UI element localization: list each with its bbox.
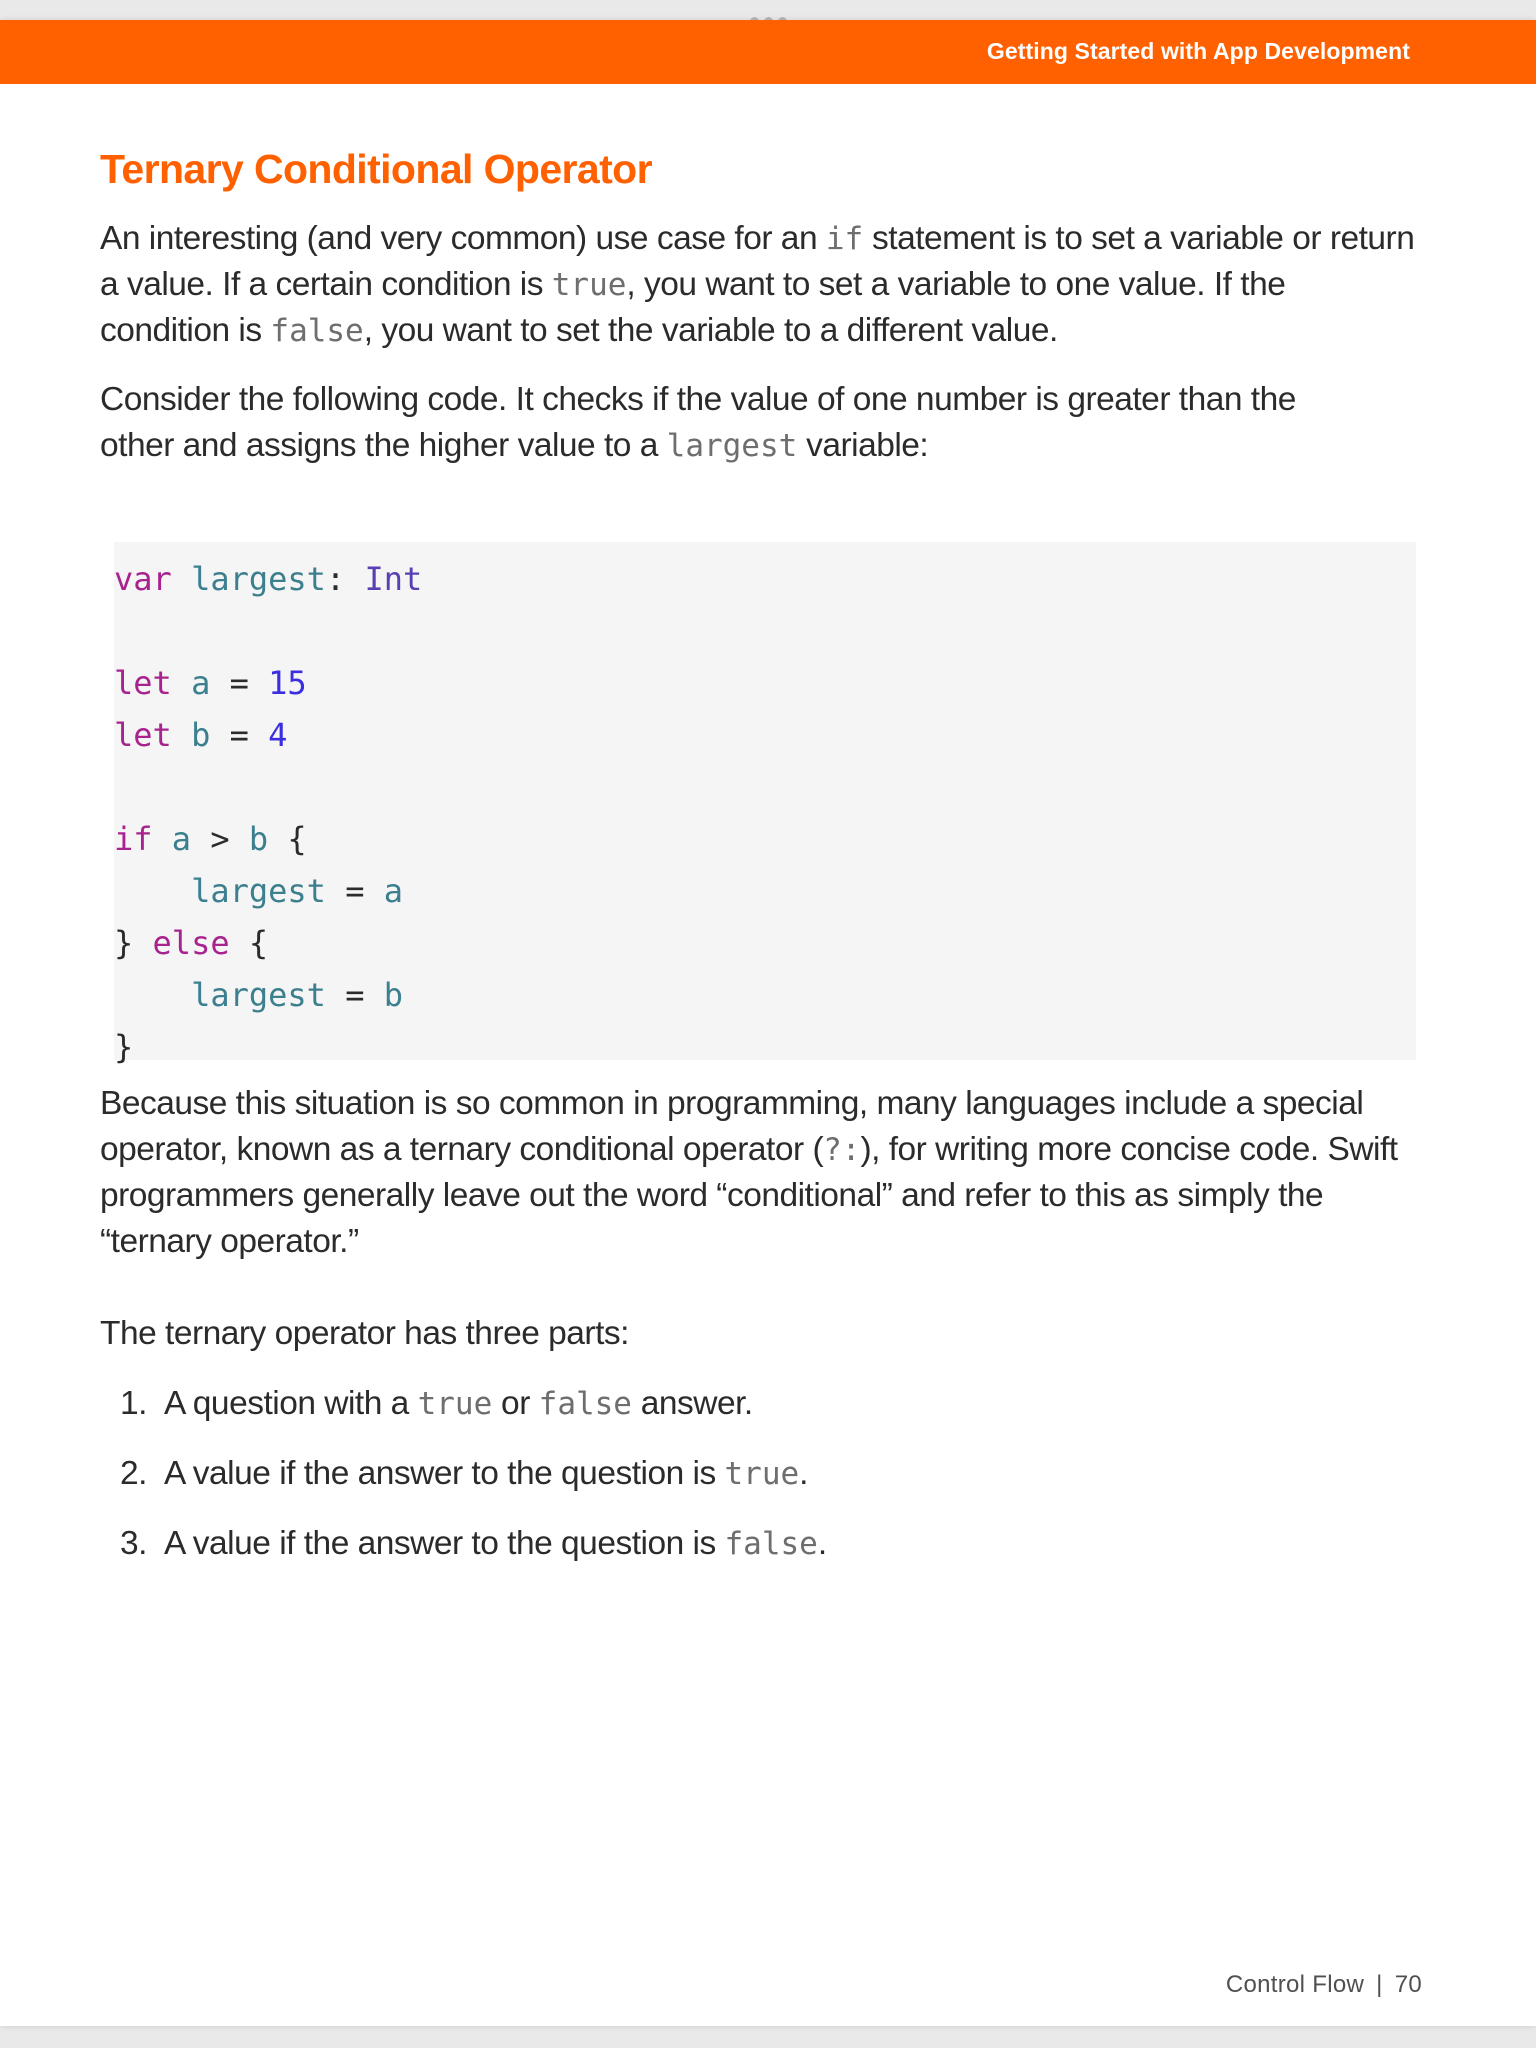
text-run: or bbox=[492, 1385, 539, 1422]
list-number: 1. bbox=[120, 1385, 147, 1422]
banner-title: Getting Started with App Development bbox=[986, 38, 1410, 64]
footer-separator: | bbox=[1376, 1971, 1383, 1998]
inline-code: false bbox=[724, 1526, 818, 1562]
section-title: Ternary Conditional Operator bbox=[100, 146, 653, 192]
list-number: 3. bbox=[120, 1525, 147, 1562]
list-number: 2. bbox=[120, 1455, 147, 1492]
code-punctuation: { bbox=[287, 820, 307, 858]
page-number: 70 bbox=[1394, 1971, 1422, 1998]
code-keyword: var bbox=[114, 560, 172, 598]
text-run: answer. bbox=[631, 1385, 753, 1422]
code-keyword: else bbox=[152, 924, 230, 962]
code-keyword: if bbox=[114, 820, 153, 858]
text-run: A value if the answer to the question is bbox=[164, 1455, 725, 1492]
code-operator: = bbox=[229, 664, 249, 702]
list-item: 1. A question with a true or false answer… bbox=[120, 1381, 753, 1427]
code-line: } else { bbox=[114, 917, 268, 969]
text-run: , you want to set the variable to a diff… bbox=[363, 312, 1059, 349]
code-identifier: largest bbox=[191, 976, 326, 1014]
inline-code: ?: bbox=[823, 1132, 861, 1168]
paragraph-ternary-explanation: Because this situation is so common in p… bbox=[100, 1081, 1420, 1265]
code-punctuation: : bbox=[325, 560, 346, 598]
code-punctuation: } bbox=[114, 1028, 134, 1066]
text-run: . bbox=[799, 1455, 808, 1492]
chapter-banner: Getting Started with App Development bbox=[0, 20, 1536, 84]
inline-code: true bbox=[551, 267, 627, 303]
code-identifier: a bbox=[191, 664, 211, 702]
code-operator: = bbox=[345, 872, 365, 910]
inline-code: false bbox=[538, 1386, 632, 1422]
book-page: Getting Started with App Development Ter… bbox=[0, 20, 1536, 2026]
code-number: 4 bbox=[268, 716, 288, 754]
paragraph-consider: Consider the following code. It checks i… bbox=[100, 377, 1360, 469]
code-punctuation: { bbox=[248, 924, 269, 962]
inline-code: false bbox=[270, 313, 364, 349]
code-line: if a > b { bbox=[114, 813, 307, 865]
text-run: . bbox=[817, 1525, 827, 1562]
inline-code: if bbox=[825, 221, 864, 257]
text-run: A question with a bbox=[164, 1385, 418, 1422]
code-line: var largest: Int bbox=[114, 553, 422, 605]
code-identifier: a bbox=[383, 872, 403, 910]
code-number: 15 bbox=[268, 664, 307, 702]
code-operator: > bbox=[210, 820, 230, 858]
code-line: largest = a bbox=[114, 865, 403, 917]
code-block: var largest: Int let a = 15 let b = 4 if… bbox=[114, 542, 1416, 1066]
paragraph-three-parts: The ternary operator has three parts: bbox=[100, 1315, 629, 1352]
code-identifier: a bbox=[171, 820, 192, 858]
code-identifier: b bbox=[248, 820, 269, 858]
code-line: largest = b bbox=[114, 969, 403, 1021]
list-item: 3. A value if the answer to the question … bbox=[120, 1521, 827, 1567]
code-line: let a = 15 bbox=[114, 657, 307, 709]
code-identifier: b bbox=[191, 716, 211, 754]
code-line: let b = 4 bbox=[114, 709, 287, 761]
code-operator: = bbox=[229, 716, 249, 754]
code-line: } bbox=[114, 1021, 133, 1073]
code-identifier: largest bbox=[191, 872, 326, 910]
footer-chapter: Control Flow bbox=[1225, 1971, 1365, 1998]
code-identifier: b bbox=[383, 976, 403, 1014]
paragraph-intro: An interesting (and very common) use cas… bbox=[100, 216, 1420, 354]
code-operator: = bbox=[345, 976, 365, 1014]
code-punctuation: } bbox=[114, 924, 134, 962]
text-run: A value if the answer to the question is bbox=[164, 1525, 725, 1562]
inline-code: true bbox=[724, 1456, 800, 1492]
inline-code: true bbox=[417, 1386, 493, 1422]
page-footer: Control Flow | 70 bbox=[1226, 1971, 1422, 1999]
text-run: An interesting (and very common) use cas… bbox=[100, 220, 826, 257]
code-keyword: let bbox=[114, 664, 172, 702]
code-keyword: let bbox=[114, 716, 172, 754]
code-identifier: largest bbox=[191, 560, 326, 598]
inline-code: largest bbox=[666, 428, 798, 464]
text-run: variable: bbox=[797, 427, 929, 464]
code-type: Int bbox=[364, 560, 423, 598]
list-item: 2. A value if the answer to the question … bbox=[120, 1451, 808, 1497]
